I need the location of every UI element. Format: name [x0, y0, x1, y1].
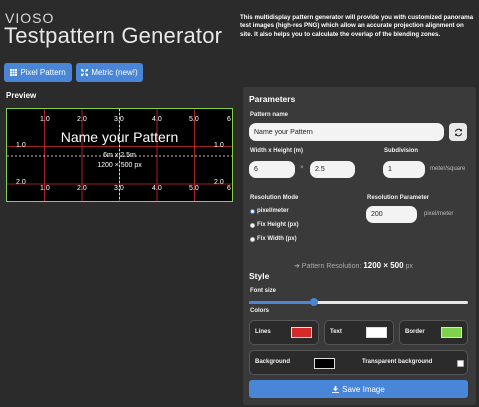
text-color-swatch: [366, 327, 387, 338]
metric-label: Metric (new!): [91, 68, 138, 77]
right-tick: 2.0: [214, 179, 224, 186]
subdivision-input[interactable]: 1: [383, 161, 425, 178]
download-icon: [332, 385, 340, 393]
transparent-background-label: Transparent background: [362, 359, 433, 365]
resolution-parameter-label: Resolution Parameter: [367, 195, 430, 201]
radio-selected-icon: [250, 208, 255, 214]
bottom-tick: 3.0: [114, 185, 124, 192]
colors-label: Colors: [250, 308, 270, 314]
metric-button[interactable]: Metric (new!): [76, 63, 143, 82]
mode-label: pixel/meter: [257, 208, 289, 214]
resolution-parameter-input[interactable]: 200: [366, 206, 417, 223]
preview-heading: Preview: [6, 91, 37, 100]
width-input[interactable]: 6: [249, 161, 295, 178]
lines-color-picker[interactable]: Lines: [249, 320, 319, 345]
top-tick: 3.0: [114, 116, 124, 123]
mode-label: Fix Height (px): [257, 222, 299, 228]
refresh-icon: [454, 128, 462, 136]
border-color-swatch: [441, 327, 462, 338]
pixel-pattern-button[interactable]: Pixel Pattern: [4, 63, 72, 82]
pattern-preview: 1.0 2.0 3.0 4.0 5.0 6 1.0 2.0 1.0 2.0 1.…: [6, 108, 233, 202]
radio-icon: [250, 236, 255, 242]
top-tick: 4.0: [152, 116, 162, 123]
font-size-slider-fill: [249, 301, 314, 304]
bottom-tick: 4.0: [152, 185, 162, 192]
bottom-tick: 1.0: [40, 185, 50, 192]
pattern-resolution-label: ➜ Pattern Resolution:: [294, 263, 362, 270]
width-height-label: Width x Height (m): [250, 148, 303, 154]
pixel-pattern-label: Pixel Pattern: [20, 68, 66, 77]
mode-label: Fix Width (px): [257, 236, 297, 242]
intro-text: This multidisplay pattern generator will…: [240, 14, 474, 38]
transparent-background-checkbox[interactable]: [457, 360, 464, 367]
top-tick: 6: [227, 116, 231, 123]
save-image-label: Save Image: [342, 384, 385, 394]
lines-color-label: Lines: [255, 329, 271, 335]
left-tick: 2.0: [16, 179, 26, 186]
parameters-heading: Parameters: [249, 94, 296, 104]
text-color-label: Text: [330, 329, 342, 335]
border-color-label: Border: [405, 329, 425, 335]
resolution-mode-label: Resolution Mode: [250, 195, 299, 201]
subdivision-unit: meter/square: [430, 166, 466, 172]
pattern-name-input[interactable]: Name your Pattern: [249, 123, 444, 141]
font-size-label: Font size: [250, 288, 277, 294]
preview-size-metric: 6m x 2.5m: [103, 152, 136, 159]
radio-icon: [250, 222, 255, 228]
background-color-label: Background: [255, 359, 291, 365]
background-row: Background Transparent background: [249, 350, 468, 375]
pattern-resolution: ➜ Pattern Resolution: 1200 × 500 px: [294, 261, 413, 270]
expand-arrows-icon: [81, 69, 89, 76]
times-sign: ×: [300, 165, 304, 171]
mode-fix-width[interactable]: Fix Width (px): [250, 236, 297, 242]
top-tick: 2.0: [77, 116, 87, 123]
top-tick: 5.0: [189, 116, 199, 123]
preview-size-pixels: 1200 × 500 px: [97, 162, 142, 169]
resolution-parameter-unit: pixel/meter: [424, 211, 454, 217]
background-color-swatch[interactable]: [314, 358, 335, 369]
border-color-picker[interactable]: Border: [399, 320, 468, 345]
mode-fix-height[interactable]: Fix Height (px): [250, 222, 299, 228]
text-color-picker[interactable]: Text: [324, 320, 394, 345]
lines-color-swatch: [291, 327, 312, 338]
height-input[interactable]: 2.5: [310, 161, 355, 178]
mode-pixel-meter[interactable]: pixel/meter: [250, 208, 289, 214]
preview-pattern-name: Name your Pattern: [60, 129, 179, 145]
refresh-button[interactable]: [449, 123, 467, 141]
subdivision-label: Subdivision: [384, 148, 419, 154]
save-image-button[interactable]: Save Image: [249, 380, 468, 398]
style-heading: Style: [249, 271, 270, 281]
pattern-resolution-unit: px: [405, 263, 413, 270]
font-size-slider-thumb[interactable]: [310, 298, 318, 306]
top-tick: 1.0: [40, 116, 50, 123]
bottom-tick: 2.0: [77, 185, 87, 192]
bottom-tick: 5.0: [189, 185, 199, 192]
page-title: Testpattern Generator: [4, 23, 223, 48]
pattern-resolution-value: 1200 × 500: [363, 261, 404, 270]
bottom-tick: 6: [227, 185, 231, 192]
grid-icon: [10, 69, 18, 76]
pattern-name-label: Pattern name: [250, 112, 289, 118]
